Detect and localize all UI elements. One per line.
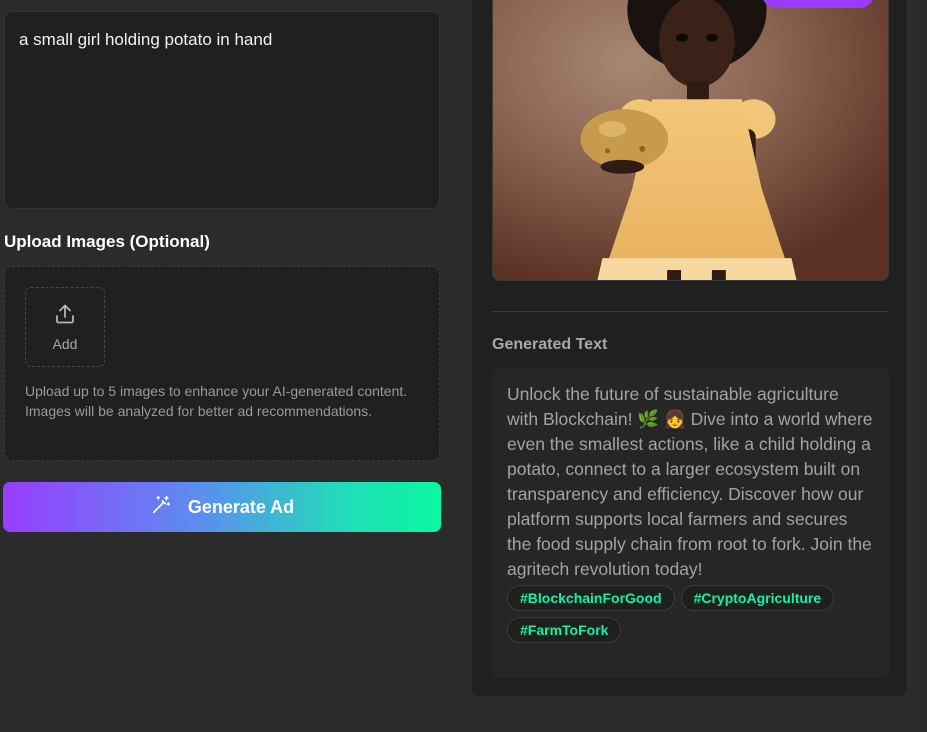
generated-image bbox=[492, 0, 889, 281]
generate-ad-label: Generate Ad bbox=[187, 496, 295, 517]
ad-generator-page: a small girl holding potato in hand Uplo… bbox=[0, 0, 927, 732]
add-image-button[interactable]: Add bbox=[25, 287, 105, 367]
add-image-label: Add bbox=[52, 336, 78, 352]
hashtag-list: #BlockchainForGood #CryptoAgriculture #F… bbox=[507, 585, 874, 643]
generated-text-body: Unlock the future of sustainable agricul… bbox=[507, 384, 873, 579]
upload-images-heading: Upload Images (Optional) bbox=[4, 232, 210, 251]
hashtag-chip[interactable]: #CryptoAgriculture bbox=[680, 585, 835, 611]
divider bbox=[492, 311, 889, 312]
prompt-text: a small girl holding potato in hand bbox=[19, 30, 273, 49]
image-badge bbox=[762, 0, 874, 8]
upload-help-text: Upload up to 5 images to enhance your AI… bbox=[25, 383, 408, 419]
generated-image-illustration bbox=[493, 0, 888, 280]
magic-wand-icon bbox=[150, 494, 188, 521]
hashtag-chip[interactable]: #BlockchainForGood bbox=[507, 585, 675, 611]
upload-dropzone[interactable]: Add Upload up to 5 images to enhance you… bbox=[4, 266, 440, 461]
hashtag-chip[interactable]: #FarmToFork bbox=[507, 617, 622, 643]
prompt-textarea[interactable]: a small girl holding potato in hand bbox=[4, 11, 440, 209]
generated-text-heading: Generated Text bbox=[492, 336, 608, 353]
generate-ad-button[interactable]: Generate Ad bbox=[3, 482, 441, 532]
upload-icon bbox=[53, 302, 77, 336]
result-panel: Generated Text Unlock the future of sust… bbox=[471, 0, 908, 697]
generated-text-card: Unlock the future of sustainable agricul… bbox=[492, 368, 889, 678]
